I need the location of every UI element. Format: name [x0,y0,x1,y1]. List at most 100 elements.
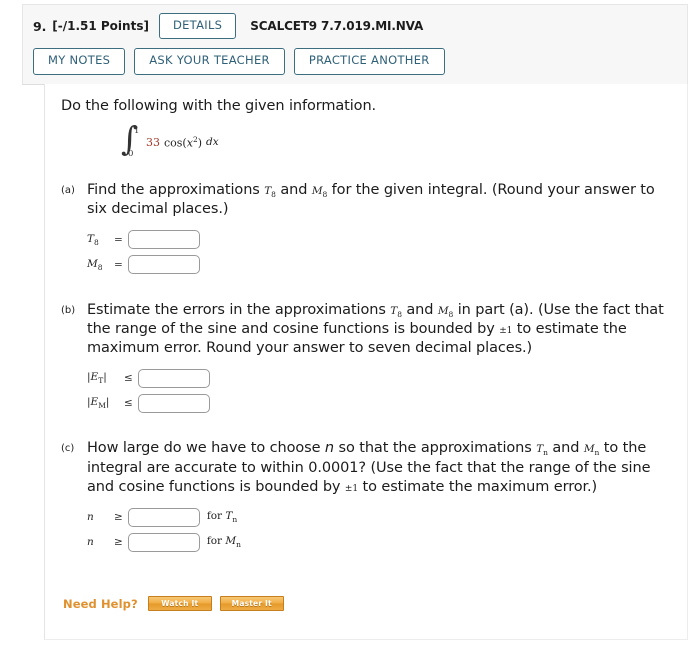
integral-upper-limit: 1 [134,126,140,136]
answer-suffix-tn-text: for [206,510,226,523]
answer-label-m8: M8 [87,258,111,272]
integral-expression: ∫ 1 0 33 cos(x2) dx [121,122,671,159]
question-body-panel: Do the following with the given informat… [44,84,688,640]
answer-label-n-mn: n [87,536,111,548]
part-b-bound: ±1 [499,325,513,336]
part-a-text: Find the approximations T8 and M8 for th… [87,181,671,220]
part-b-label: (b) [61,304,76,316]
answer-row-em: |EM| ≤ [87,392,671,414]
practice-another-button[interactable]: PRACTICE ANOTHER [293,48,445,75]
answer-row-t8: T8 = [87,229,671,251]
need-help-label: Need Help? [63,596,138,611]
part-c: (c) How large do we have to choose n so … [61,439,671,556]
part-a-text-2: and [275,182,312,198]
answer-label-m8-sub: 8 [97,262,103,272]
points-badge: [-/1.51 Points] [52,19,149,33]
part-a-var-m: M [311,185,323,197]
answer-operator-t8: = [114,233,123,246]
part-b-body: Estimate the errors in the approximation… [87,301,671,418]
part-c-bound: ±1 [344,483,358,494]
details-button[interactable]: DETAILS [158,12,237,40]
part-b: (b) Estimate the errors in the approxima… [61,301,671,418]
my-notes-button[interactable]: MY NOTES [33,48,126,75]
answer-operator-n-mn: ≥ [114,536,123,549]
answer-label-et-post: | [103,371,107,384]
answer-label-em-post: | [105,396,110,409]
part-c-text-2: so that the approximations [334,440,537,457]
answer-row-n-tn: n ≥ for Tn [87,506,671,528]
part-c-label: (c) [61,443,75,455]
answer-label-t8-sub: 8 [94,237,99,247]
question-number: 9. [33,18,47,34]
question-header: 9. [-/1.51 Points] DETAILS SCALCET9 7.7.… [22,4,688,85]
answer-operator-n-tn: ≥ [114,511,123,524]
integrand: cos(x2) [164,135,202,150]
answer-suffix-mn-sub: n [236,540,241,550]
part-c-var-tn: Tn [536,443,548,457]
part-a: (a) Find the approximations T8 and M8 fo… [61,181,671,279]
answer-label-em-sub: M [98,401,106,411]
part-b-var-m: M [437,304,449,317]
part-c-text-5: to estimate the maximum error.) [358,478,598,495]
part-a-var-t8: T8 [264,185,276,199]
answer-suffix-mn: for Mn [207,535,241,549]
integral-differential: dx [206,136,219,148]
answer-input-et[interactable] [137,368,210,388]
part-b-text: Estimate the errors in the approximation… [87,301,671,359]
part-a-text-1: Find the approximations [87,182,265,198]
integral-coefficient: 33 [146,135,160,149]
answer-input-em[interactable] [137,393,210,413]
part-a-body: Find the approximations T8 and M8 for th… [87,181,671,279]
integrand-close-paren: ) [197,136,203,150]
answer-label-t8-main: T [87,232,95,245]
problem-code: SCALCET9 7.7.019.MI.NVA [250,19,424,33]
need-help-section: Need Help? Watch It Master It [63,596,671,612]
question-content: Do the following with the given informat… [45,84,687,612]
integral-lower-limit: 0 [128,149,134,159]
question-page: 9. [-/1.51 Points] DETAILS SCALCET9 7.7.… [0,0,700,658]
header-top-row: 9. [-/1.51 Points] DETAILS SCALCET9 7.7.… [33,12,677,40]
part-c-answers: n ≥ for Tn n ≥ for Mn [87,506,671,553]
answer-label-et: |ET| [87,371,121,385]
part-b-var-t8: T8 [390,305,402,319]
answer-label-m8-main: M [87,257,98,270]
part-a-label: (a) [61,185,75,196]
answer-suffix-mn-text: for [206,535,226,548]
part-c-text: How large do we have to choose n so that… [87,439,671,497]
part-c-text-3: and [547,440,584,457]
answer-row-n-mn: n ≥ for Mn [87,531,671,553]
answer-input-n-mn[interactable] [127,532,200,552]
answer-row-m8: M8 = [87,254,671,276]
part-a-answers: T8 = M8 = [87,229,671,276]
question-prompt: Do the following with the given informat… [61,98,377,114]
part-c-var-m: M [583,443,595,456]
master-it-button[interactable]: Master It [219,596,284,612]
ask-your-teacher-button[interactable]: ASK YOUR TEACHER [134,48,285,75]
answer-suffix-tn: for Tn [207,510,237,524]
part-c-text-1: How large do we have to choose [87,440,325,457]
answer-operator-m8: = [114,258,123,271]
answer-label-n-mn-main: n [87,536,94,549]
answer-input-n-tn[interactable] [127,507,200,527]
answer-label-n-tn-main: n [87,511,94,524]
answer-label-t8: T8 [87,233,111,247]
part-c-body: How large do we have to choose n so that… [87,439,671,556]
answer-row-et: |ET| ≤ [87,367,671,389]
answer-suffix-tn-sub: n [232,515,238,525]
part-b-answers: |ET| ≤ |EM| ≤ [87,367,671,414]
answer-label-em: |EM| [87,396,121,410]
answer-operator-et: ≤ [124,372,133,385]
part-b-text-2: and [401,301,438,318]
answer-suffix-mn-main: M [225,535,237,548]
part-c-var-n: n [324,440,335,457]
answer-operator-em: ≤ [124,397,133,410]
answer-input-t8[interactable] [127,230,200,250]
watch-it-button[interactable]: Watch It [147,596,212,612]
part-b-text-1: Estimate the errors in the approximation… [87,301,391,318]
answer-label-n-tn: n [87,511,111,523]
header-action-row: MY NOTES ASK YOUR TEACHER PRACTICE ANOTH… [33,48,677,75]
part-c-var-mn: Mn [583,443,599,457]
integrand-function: cos( [164,136,187,150]
integral-sign: ∫ 1 0 [121,122,141,159]
answer-input-m8[interactable] [127,255,200,275]
